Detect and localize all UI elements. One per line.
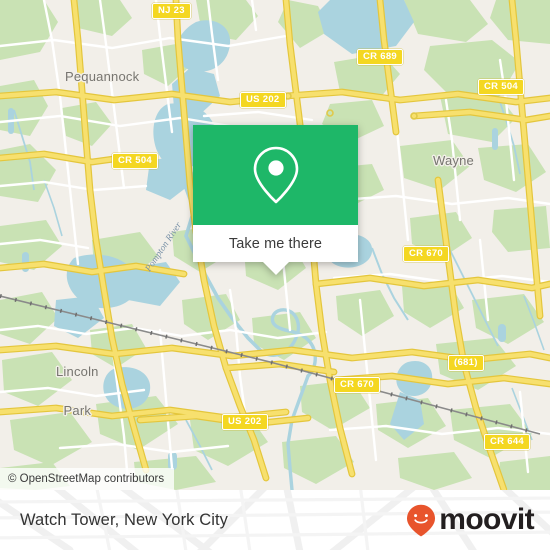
shield-us-202-north[interactable]: US 202 bbox=[240, 92, 286, 108]
shield-cr-670-east[interactable]: CR 670 bbox=[403, 246, 450, 262]
shield-us-202-south[interactable]: US 202 bbox=[222, 414, 268, 430]
take-me-there-button[interactable]: Take me there bbox=[193, 225, 358, 275]
location-pin-icon bbox=[253, 146, 298, 204]
map-attribution-text: © OpenStreetMap contributors bbox=[8, 473, 165, 485]
take-me-there-label: Take me there bbox=[228, 235, 323, 252]
map-attribution[interactable]: © OpenStreetMap contributors bbox=[0, 468, 175, 490]
map-canvas[interactable]: Pequannock Wayne Lincoln Park Pompton Ri… bbox=[0, 0, 550, 490]
place-callout[interactable]: Take me there bbox=[193, 125, 358, 275]
shield-cr-504-northeast[interactable]: CR 504 bbox=[478, 79, 525, 95]
footer-bar: Watch Tower, New York City moovit bbox=[0, 490, 550, 550]
moovit-place-card-screen: Pequannock Wayne Lincoln Park Pompton Ri… bbox=[0, 0, 550, 550]
callout-tail bbox=[262, 262, 289, 275]
callout-image-panel bbox=[193, 125, 358, 225]
shield-cr-689[interactable]: CR 689 bbox=[357, 49, 404, 65]
shield-cr-504-west[interactable]: CR 504 bbox=[112, 153, 159, 169]
shield-cr-644[interactable]: CR 644 bbox=[484, 434, 531, 450]
page-title: Watch Tower, New York City bbox=[20, 510, 229, 529]
shield-681[interactable]: (681) bbox=[448, 355, 484, 371]
shield-nj-23[interactable]: NJ 23 bbox=[152, 3, 191, 19]
moovit-smiling-pin-icon bbox=[407, 504, 436, 536]
moovit-wordmark: moovit bbox=[439, 503, 534, 536]
shield-cr-670-south[interactable]: CR 670 bbox=[334, 377, 381, 393]
moovit-brand[interactable]: moovit bbox=[406, 490, 535, 550]
